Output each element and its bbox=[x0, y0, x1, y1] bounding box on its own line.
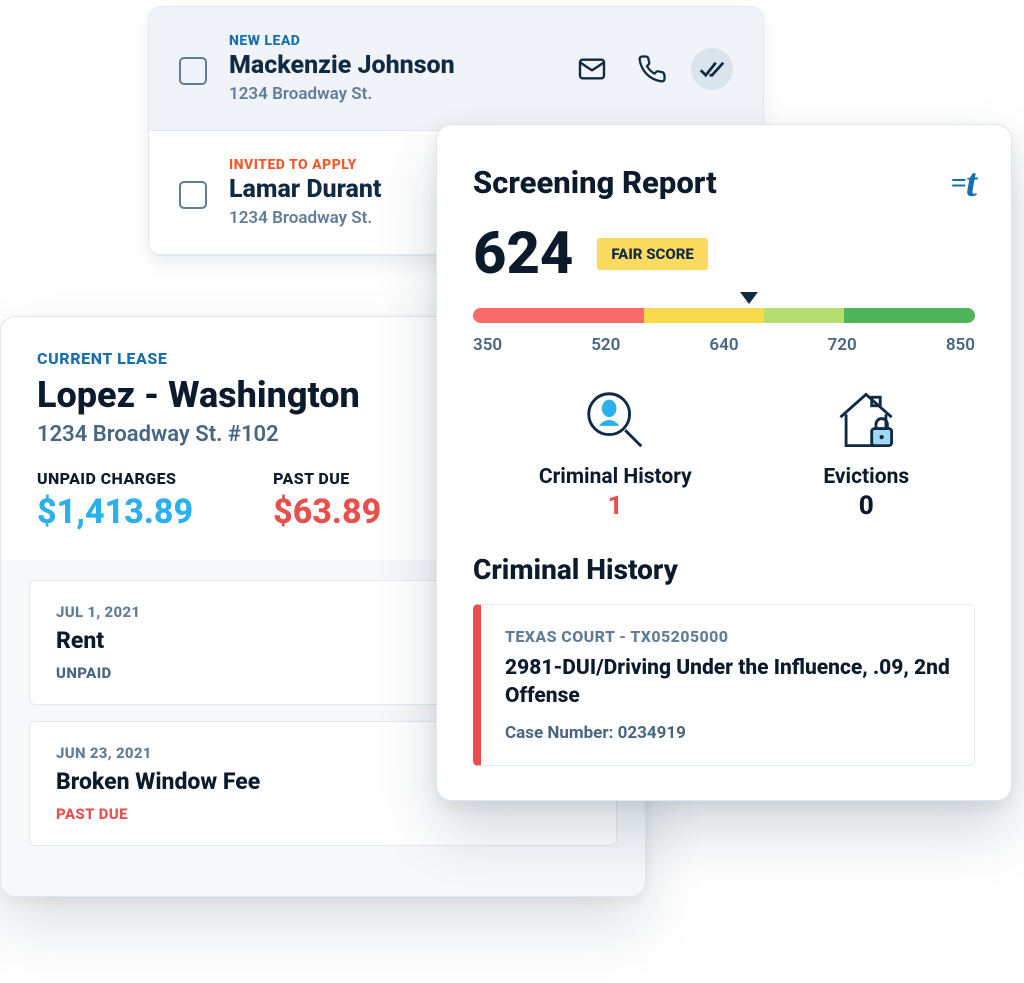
approve-icon[interactable] bbox=[691, 48, 733, 90]
score-row: 624 FAIR SCORE bbox=[473, 220, 975, 288]
gauge-ticks: 350 520 640 720 850 bbox=[473, 335, 975, 355]
tick: 350 bbox=[473, 335, 502, 355]
criminal-record[interactable]: TEXAS COURT - TX05205000 2981-DUI/Drivin… bbox=[473, 604, 975, 766]
phone-icon[interactable] bbox=[631, 48, 673, 90]
evictions-block: Evictions 0 bbox=[823, 385, 909, 521]
tick: 850 bbox=[946, 335, 975, 355]
record-case: Case Number: 0234919 bbox=[505, 723, 950, 743]
tick: 720 bbox=[828, 335, 857, 355]
evictions-label: Evictions bbox=[823, 465, 909, 489]
charge-status: PAST DUE bbox=[56, 805, 260, 823]
credit-score: 624 bbox=[473, 220, 573, 288]
gauge-seg-fair bbox=[644, 308, 764, 323]
history-row: Criminal History 1 Evictions 0 bbox=[473, 385, 975, 521]
gauge-seg-great bbox=[844, 308, 975, 323]
charge-date: JUN 23, 2021 bbox=[56, 744, 260, 762]
charge-left: JUN 23, 2021 Broken Window Fee PAST DUE bbox=[56, 744, 260, 823]
criminal-history-block: Criminal History 1 bbox=[539, 385, 692, 521]
gauge-bar bbox=[473, 308, 975, 323]
score-gauge: 350 520 640 720 850 bbox=[473, 308, 975, 355]
pastdue-value: $63.89 bbox=[273, 492, 381, 532]
lead-name: Mackenzie Johnson bbox=[229, 51, 549, 80]
screening-title: Screening Report bbox=[473, 164, 717, 201]
record-court: TEXAS COURT - TX05205000 bbox=[505, 627, 950, 646]
lead-row[interactable]: NEW LEAD Mackenzie Johnson 1234 Broadway… bbox=[149, 7, 763, 131]
tick: 520 bbox=[591, 335, 620, 355]
mail-icon[interactable] bbox=[571, 48, 613, 90]
gauge-seg-poor bbox=[473, 308, 644, 323]
lead-checkbox[interactable] bbox=[179, 181, 207, 209]
pastdue-block: PAST DUE $63.89 bbox=[273, 469, 381, 532]
person-search-icon bbox=[580, 385, 650, 455]
charge-status: UNPAID bbox=[56, 664, 140, 682]
screening-report-card: Screening Report t 624 FAIR SCORE 350 52… bbox=[436, 124, 1012, 801]
lead-checkbox[interactable] bbox=[179, 57, 207, 85]
record-charge: 2981-DUI/Driving Under the Influence, .0… bbox=[505, 654, 950, 711]
charge-date: JUL 1, 2021 bbox=[56, 603, 140, 621]
charge-item: Rent bbox=[56, 627, 140, 654]
unpaid-block: UNPAID CHARGES $1,413.89 bbox=[37, 469, 193, 532]
criminal-label: Criminal History bbox=[539, 465, 692, 489]
unpaid-value: $1,413.89 bbox=[37, 492, 193, 532]
evictions-count: 0 bbox=[823, 491, 909, 521]
lead-text: NEW LEAD Mackenzie Johnson 1234 Broadway… bbox=[229, 33, 549, 104]
house-lock-icon bbox=[829, 385, 903, 455]
unpaid-label: UNPAID CHARGES bbox=[37, 469, 193, 488]
tick: 640 bbox=[709, 335, 738, 355]
criminal-section-title: Criminal History bbox=[473, 553, 975, 586]
screening-header: Screening Report t bbox=[473, 159, 975, 206]
pastdue-label: PAST DUE bbox=[273, 469, 381, 488]
lead-status: NEW LEAD bbox=[229, 33, 549, 49]
lead-address: 1234 Broadway St. bbox=[229, 84, 549, 104]
brand-logo: t bbox=[951, 159, 975, 206]
charge-left: JUL 1, 2021 Rent UNPAID bbox=[56, 603, 140, 682]
lead-actions bbox=[571, 48, 733, 90]
score-marker bbox=[740, 292, 758, 304]
criminal-count: 1 bbox=[539, 491, 692, 521]
score-badge: FAIR SCORE bbox=[597, 238, 707, 270]
charge-item: Broken Window Fee bbox=[56, 768, 260, 795]
gauge-seg-good bbox=[764, 308, 844, 323]
